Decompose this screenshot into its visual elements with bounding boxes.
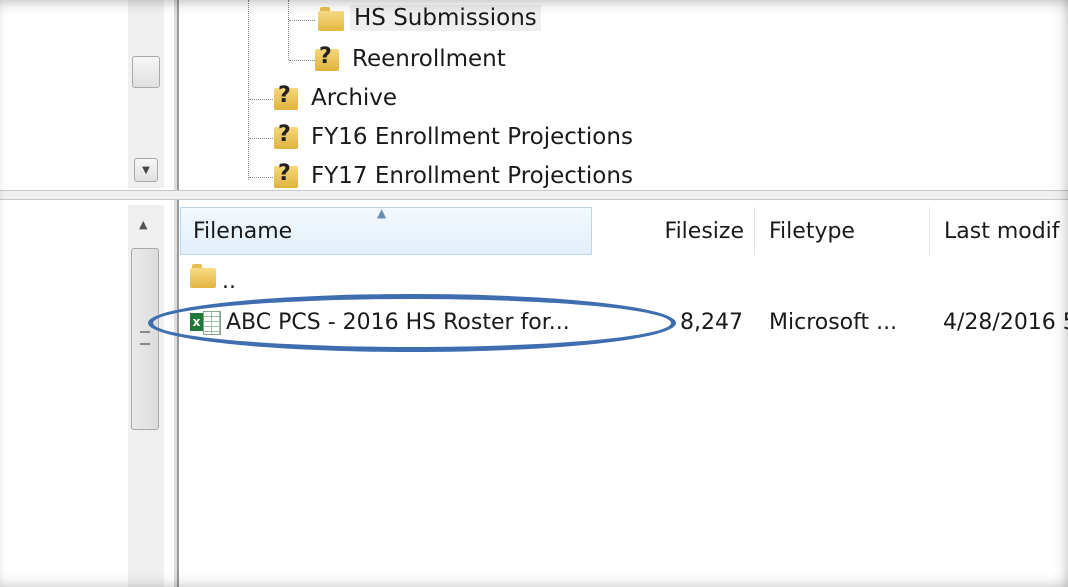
file-size: 8,247 (680, 310, 743, 335)
column-header-filename[interactable]: ▲ Filename (180, 206, 592, 255)
tree-item-fy17-enrollment-projections[interactable]: ? FY17 Enrollment Projections (273, 157, 637, 190)
tree-item-reenrollment[interactable]: ? Reenrollment (314, 40, 510, 78)
column-header-filesize[interactable]: Filesize (592, 207, 755, 255)
tree-item-fy16-enrollment-projections[interactable]: ? FY16 Enrollment Projections (273, 118, 637, 156)
sort-ascending-icon: ▲ (377, 206, 387, 220)
scroll-up-icon[interactable]: ▲ (139, 218, 147, 231)
horizontal-divider[interactable] (0, 190, 1068, 200)
unknown-folder-icon: ? (273, 83, 299, 111)
column-header-label: Last modif (944, 218, 1060, 244)
unknown-folder-icon: ? (273, 122, 299, 150)
grip-icon (140, 331, 150, 345)
scroll-down-button[interactable]: ▼ (134, 158, 158, 182)
column-header-label: Filetype (769, 218, 855, 244)
column-header-label: Filesize (664, 218, 744, 244)
file-name: .. (222, 269, 236, 294)
column-header-label: Filename (193, 218, 293, 244)
tree-item-hs-submissions[interactable]: HS Submissions (318, 0, 541, 37)
file-row-parent[interactable]: .. (180, 260, 1068, 294)
column-header-filetype[interactable]: Filetype (755, 207, 930, 255)
tree-item-label: FY16 Enrollment Projections (311, 124, 633, 150)
folder-icon (318, 5, 344, 31)
local-tree-scroll-thumb[interactable] (132, 56, 160, 88)
local-files-scroll-thumb[interactable] (131, 248, 159, 430)
chevron-down-icon: ▼ (142, 164, 150, 176)
folder-icon (190, 262, 216, 288)
file-last-modified: 4/28/2016 5 (943, 310, 1068, 335)
column-header-last-modified[interactable]: Last modif (930, 207, 1068, 255)
tree-item-label: Archive (311, 85, 398, 111)
unknown-folder-icon: ? (273, 161, 299, 189)
file-type: Microsoft ... (769, 310, 898, 335)
excel-file-icon: x (190, 310, 222, 335)
tree-item-label: Reenrollment (352, 46, 506, 72)
unknown-folder-icon: ? (314, 44, 340, 72)
tree-item-label: HS Submissions (350, 5, 541, 31)
file-row-selected[interactable]: x ABC PCS - 2016 HS Roster for... 8,247 … (180, 304, 1068, 340)
file-name: ABC PCS - 2016 HS Roster for... (226, 310, 570, 335)
tree-item-archive[interactable]: ? Archive (273, 79, 401, 117)
tree-item-label: FY17 Enrollment Projections (311, 163, 633, 189)
remote-tree: HS Submissions ? Reenrollment ? Archive … (179, 0, 1068, 190)
